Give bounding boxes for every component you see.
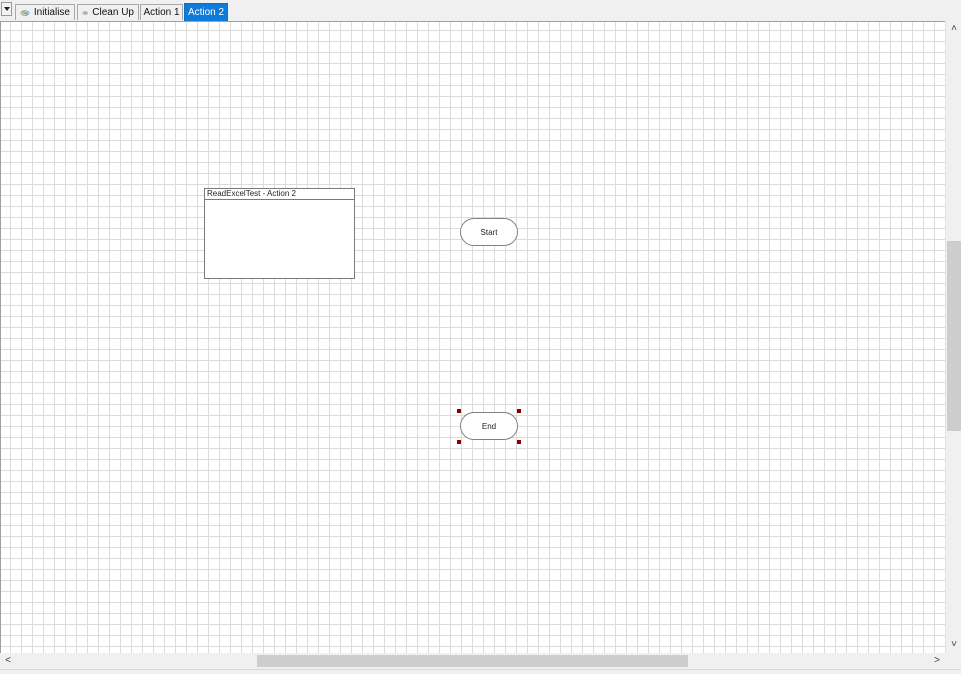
page-info-frame[interactable]: ReadExcelTest - Action 2 [204, 188, 355, 279]
end-node-label: End [481, 421, 497, 431]
tab-initialise[interactable]: Initialise [15, 4, 75, 20]
vertical-scrollbar[interactable]: ˄ ˅ [945, 21, 961, 653]
scroll-left-arrow-icon[interactable]: < [0, 653, 16, 669]
tab-strip: Initialise Clean Up Action 1 Action 2 [0, 0, 961, 21]
horizontal-scroll-thumb[interactable] [257, 655, 688, 667]
diagram-canvas[interactable]: ReadExcelTest - Action 2 Start End [0, 21, 945, 653]
selection-handle-top-right[interactable] [517, 409, 521, 413]
tab-label: Initialise [33, 7, 70, 18]
scrollbar-corner [945, 653, 961, 669]
tab-clean-up[interactable]: Clean Up [77, 4, 139, 20]
process-gear-icon [82, 10, 89, 15]
page-frame-title: ReadExcelTest - Action 2 [205, 189, 354, 200]
end-node[interactable]: End [460, 412, 518, 440]
start-node-label: Start [480, 227, 498, 237]
scroll-right-arrow-icon[interactable]: > [929, 653, 945, 669]
scroll-down-arrow-icon[interactable]: ˅ [946, 637, 961, 653]
selection-handle-bottom-right[interactable] [517, 440, 521, 444]
selection-handle-bottom-left[interactable] [457, 440, 461, 444]
tab-action-1[interactable]: Action 1 [140, 4, 183, 20]
tab-label: Action 1 [143, 7, 180, 18]
process-gear-icon [20, 9, 30, 16]
horizontal-scrollbar[interactable]: < > [0, 653, 945, 669]
start-node[interactable]: Start [460, 218, 518, 246]
tab-list-dropdown-button[interactable] [1, 2, 12, 16]
window-bottom-edge [0, 669, 961, 674]
chevron-down-icon [4, 7, 10, 11]
vertical-scroll-thumb[interactable] [947, 241, 961, 431]
tab-label: Action 2 [187, 7, 225, 18]
tab-action-2[interactable]: Action 2 [184, 3, 228, 21]
selection-handle-top-left[interactable] [457, 409, 461, 413]
scroll-up-arrow-icon[interactable]: ˄ [946, 21, 961, 37]
tab-label: Clean Up [92, 7, 134, 18]
